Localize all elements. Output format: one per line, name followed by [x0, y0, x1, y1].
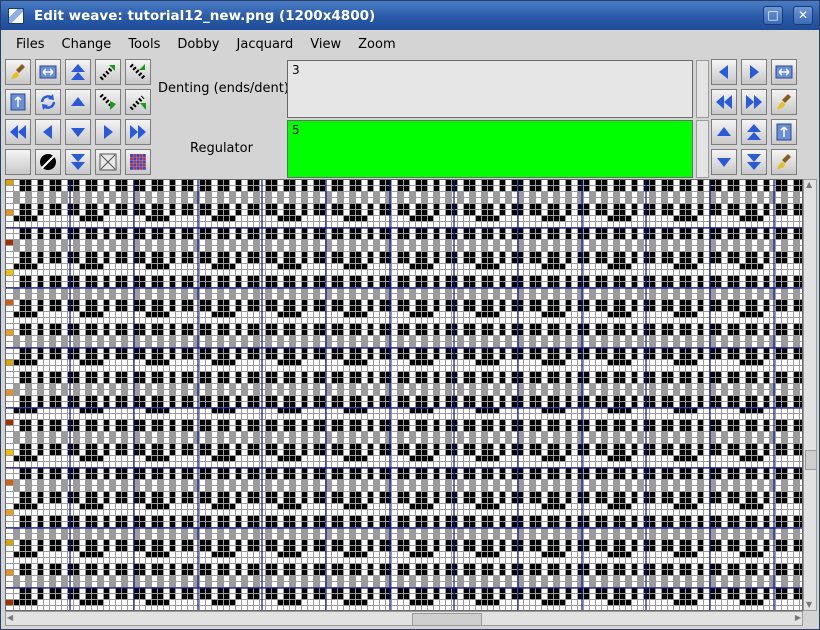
fit-width-icon [775, 65, 793, 79]
move-down-fast-button[interactable] [65, 149, 91, 175]
invert-icon [40, 154, 56, 170]
rotate-icon [40, 94, 56, 110]
arrow-right-icon [104, 125, 113, 139]
scroll-right-icon[interactable]: ▶ [795, 613, 801, 623]
regulator-label: Regulator [190, 141, 253, 156]
weave-canvas[interactable] [6, 180, 803, 611]
arrow-left-button[interactable] [711, 59, 737, 85]
edit-weave-window: Edit weave: tutorial12_new.png (1200x480… [0, 0, 820, 630]
vertical-scroll-thumb[interactable] [805, 450, 817, 470]
triangle-up-button[interactable] [711, 119, 737, 145]
shift-diagonal-up-icon [99, 63, 117, 81]
fast-left-button[interactable] [711, 89, 737, 115]
menu-zoom[interactable]: Zoom [347, 37, 401, 52]
arrow-left-button[interactable] [35, 119, 61, 145]
fit-height-button[interactable] [771, 119, 797, 145]
clear-button[interactable] [95, 149, 121, 175]
app-icon [8, 7, 24, 24]
rotate-button[interactable] [35, 89, 61, 115]
triangle-up-button[interactable] [65, 89, 91, 115]
fast-left-button[interactable] [5, 119, 31, 145]
pattern-icon [130, 154, 146, 170]
invert-button[interactable] [35, 149, 61, 175]
weave-grid[interactable] [5, 179, 803, 611]
denting-label: Denting (ends/dent) [158, 81, 289, 96]
scroll-left-icon[interactable]: ◀ [7, 613, 13, 623]
arrow-down-icon [717, 158, 731, 167]
fit-height-icon [10, 93, 26, 111]
arrow-right-button[interactable] [95, 119, 121, 145]
regulator-input[interactable]: 5 [287, 120, 693, 178]
title-bar[interactable]: Edit weave: tutorial12_new.png (1200x480… [1, 1, 819, 30]
vertical-scrollbar[interactable]: ▲ ▼ [803, 179, 817, 611]
menu-change[interactable]: Change [51, 37, 118, 52]
menu-files[interactable]: Files [5, 37, 51, 52]
brush-button[interactable] [771, 89, 797, 115]
fast-right-button[interactable] [741, 89, 767, 115]
shift-diagonal-up-button[interactable] [95, 59, 121, 85]
menu-view[interactable]: View [299, 37, 347, 52]
window-title: Edit weave: tutorial12_new.png (1200x480… [34, 7, 376, 24]
fit-height-icon [776, 123, 792, 141]
brush-icon [777, 154, 791, 169]
triangle-up-icon [717, 127, 731, 136]
close-button[interactable]: ✕ [793, 6, 813, 25]
horizontal-scroll-thumb[interactable] [412, 613, 482, 626]
fit-width-button[interactable] [771, 59, 797, 85]
move-up-fast-icon [747, 124, 761, 140]
brush-button[interactable] [5, 59, 31, 85]
brush-icon [777, 94, 791, 109]
menu-bar: Files Change Tools Dobby Jacquard View Z… [5, 33, 815, 55]
move-down-fast-icon [747, 154, 761, 170]
horizontal-scrollbar[interactable]: ◀ ▶ [5, 611, 803, 626]
move-down-fast-icon [71, 154, 85, 170]
shift-diagonal-down-icon [99, 93, 116, 110]
menu-jacquard[interactable]: Jacquard [226, 37, 300, 52]
fit-width-button[interactable] [35, 59, 61, 85]
refresh-button[interactable] [5, 149, 31, 175]
regulator-scrollbar[interactable] [696, 120, 709, 178]
scroll-down-icon[interactable]: ▼ [806, 600, 812, 610]
clear-icon [99, 153, 117, 171]
triangle-up-icon [71, 97, 85, 106]
arrow-left-icon [43, 125, 52, 139]
move-up-fast-button[interactable] [65, 59, 91, 85]
maximize-button[interactable]: □ [763, 6, 783, 25]
scroll-up-icon[interactable]: ▲ [806, 180, 812, 190]
fit-width-icon [39, 65, 57, 79]
arrow-down-icon [71, 128, 85, 137]
denting-input[interactable]: 3 [287, 60, 693, 118]
shift-diagonal-reverse-button[interactable] [125, 89, 151, 115]
move-up-fast-icon [71, 64, 85, 80]
arrow-right-icon [750, 65, 759, 79]
brush-icon [11, 64, 25, 79]
pattern-button[interactable] [125, 149, 151, 175]
shift-diagonal-reverse-icon [129, 95, 146, 111]
refresh-icon [8, 152, 28, 172]
arrow-down-button[interactable] [711, 149, 737, 175]
shift-diagonal-inward-button[interactable] [125, 59, 151, 85]
arrow-left-icon [719, 65, 728, 79]
fast-right-icon [746, 95, 762, 109]
fit-height-button[interactable] [5, 89, 31, 115]
arrow-down-button[interactable] [65, 119, 91, 145]
shift-diagonal-inward-icon [129, 63, 147, 81]
fast-left-icon [716, 95, 732, 109]
menu-tools[interactable]: Tools [117, 37, 166, 52]
fast-right-icon [130, 125, 146, 139]
right-tool-panel [711, 59, 811, 179]
fast-left-icon [10, 125, 26, 139]
denting-scrollbar[interactable] [696, 60, 709, 118]
brush-button[interactable] [771, 149, 797, 175]
left-tool-panel [5, 59, 155, 179]
arrow-right-button[interactable] [741, 59, 767, 85]
menu-dobby[interactable]: Dobby [166, 37, 225, 52]
move-up-fast-button[interactable] [741, 119, 767, 145]
shift-diagonal-down-button[interactable] [95, 89, 121, 115]
fast-right-button[interactable] [125, 119, 151, 145]
move-down-fast-button[interactable] [741, 149, 767, 175]
